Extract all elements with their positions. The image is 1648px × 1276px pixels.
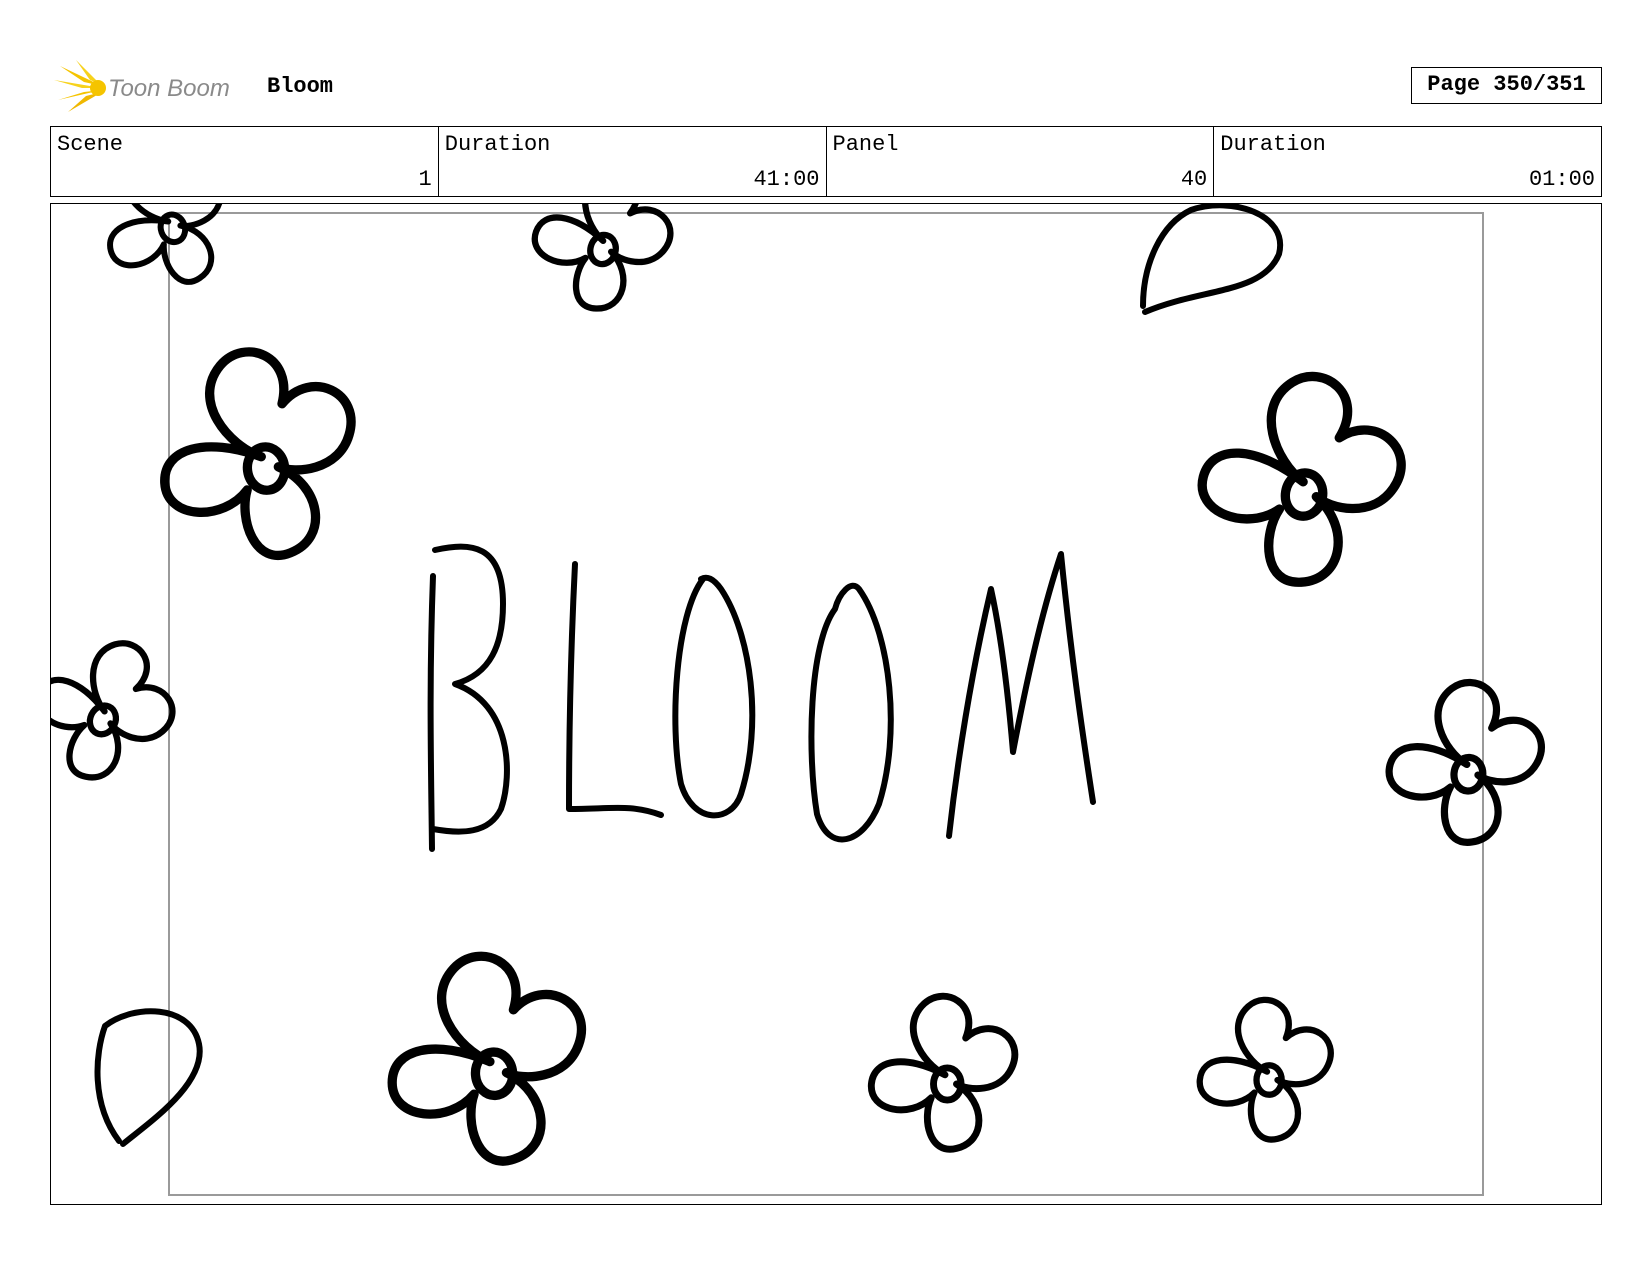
panel-drawing	[51, 204, 1602, 1205]
flower-doodles	[51, 204, 1547, 1170]
logo-burst-icon	[54, 60, 106, 112]
scene-label: Scene	[57, 132, 124, 157]
scene-duration-value: 41:00	[753, 167, 820, 192]
panel-label: Panel	[832, 132, 899, 157]
page-indicator: Page 350/351	[1411, 67, 1602, 104]
scene-cell: Scene 1	[51, 127, 439, 196]
toon-boom-logo: Toon Boom	[54, 60, 254, 116]
project-title: Bloom	[267, 74, 334, 99]
header: Toon Boom Bloom	[50, 58, 1600, 118]
storyboard-panel	[50, 203, 1602, 1205]
scene-duration-label: Duration	[444, 132, 551, 157]
svg-text:Toon Boom: Toon Boom	[108, 75, 230, 102]
panel-duration-label: Duration	[1220, 132, 1326, 157]
scene-duration-cell: Duration 41:00	[439, 127, 827, 196]
panel-duration-cell: Duration 01:00	[1214, 127, 1601, 196]
scene-value: 1	[418, 167, 432, 192]
panel-value: 40	[1180, 167, 1208, 192]
panel-cell: Panel 40	[827, 127, 1215, 196]
panel-info-table: Scene 1 Duration 41:00 Panel 40 Duration…	[50, 126, 1602, 197]
panel-duration-value: 01:00	[1528, 167, 1595, 192]
bloom-lettering	[427, 543, 1096, 852]
